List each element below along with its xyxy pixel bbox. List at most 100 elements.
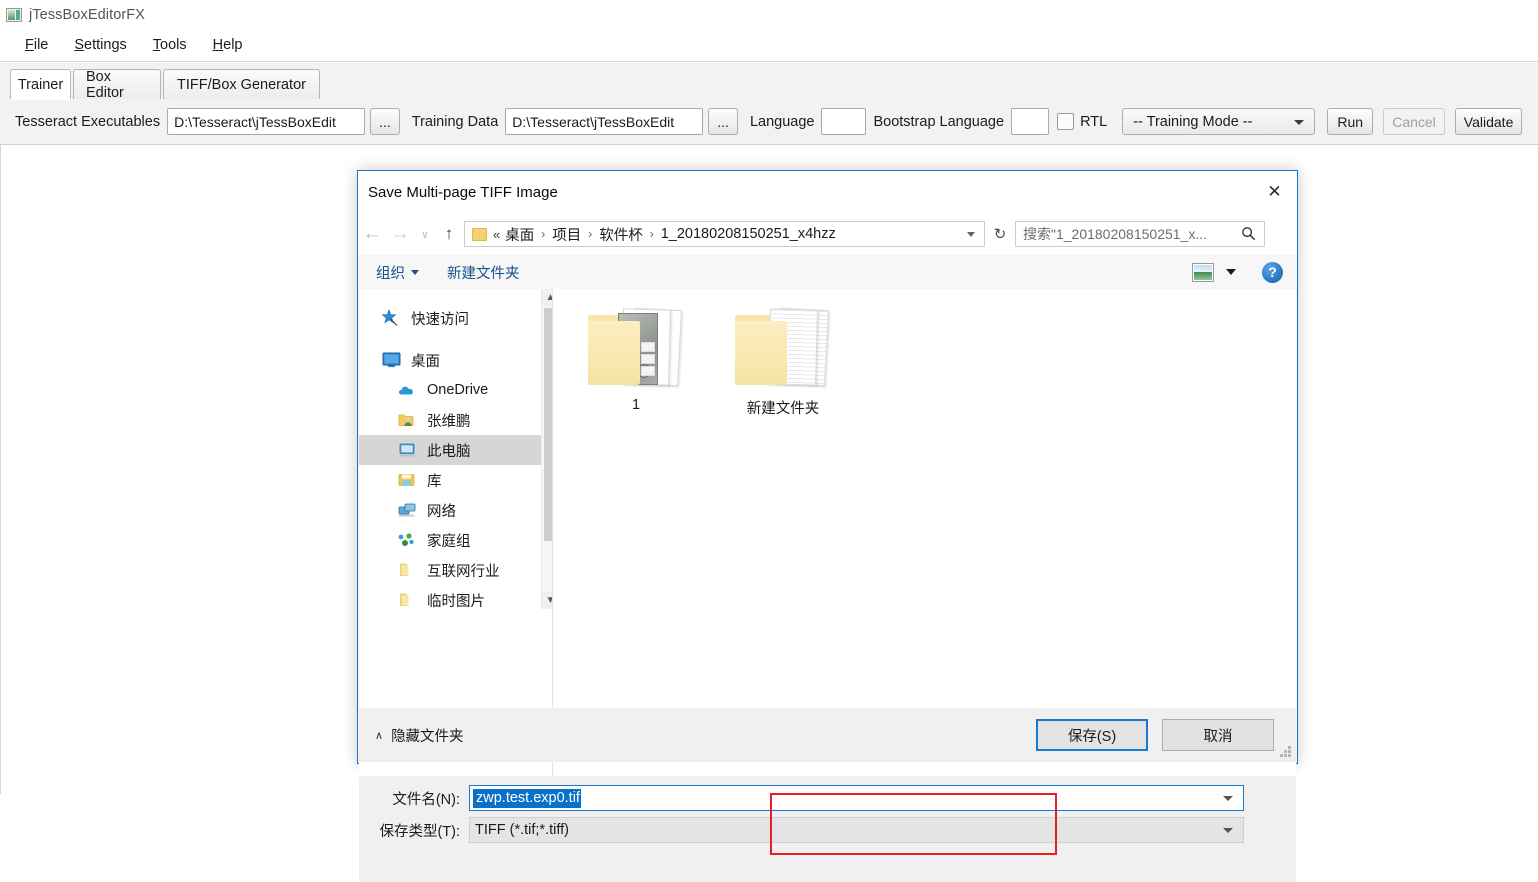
dialog-body: 快速访问 桌面 OneDrive 张维鹏 此电脑 库 网络 家庭组 互联网行业 …	[359, 289, 1296, 776]
bootstrap-language-input[interactable]	[1011, 108, 1050, 135]
file-item[interactable]: 新建文件夹	[718, 305, 848, 418]
nav-item-homegroup[interactable]: 家庭组	[359, 525, 541, 555]
search-icon	[1242, 227, 1256, 241]
chevron-down-icon[interactable]	[1223, 828, 1233, 833]
validate-label: Validate	[1463, 113, 1514, 130]
savetype-row: 保存类型(T): TIFF (*.tif;*.tiff)	[359, 817, 1244, 843]
chevron-down-icon[interactable]	[1226, 269, 1236, 275]
footer-buttons: 保存(S) 取消	[1036, 719, 1296, 751]
forward-icon[interactable]: →	[386, 223, 414, 245]
nav-item-quick-access[interactable]: 快速访问	[359, 303, 541, 333]
dialog-titlebar: Save Multi-page TIFF Image ✕	[358, 171, 1297, 213]
nav-item-this-pc[interactable]: 此电脑	[359, 435, 541, 465]
tesseract-executables-input[interactable]: D:\Tesseract\jTessBoxEdit	[167, 108, 366, 135]
breadcrumb-item-3[interactable]: 1_20180208150251_x4hzz	[661, 226, 836, 242]
validate-button[interactable]: Validate	[1454, 108, 1523, 135]
nav-item-label: 家庭组	[427, 533, 471, 550]
search-placeholder: 搜索"1_20180208150251_x...	[1023, 226, 1208, 242]
menu-item-tools[interactable]: Tools	[140, 33, 200, 57]
folder-icon	[397, 591, 419, 609]
menu-item-help[interactable]: Help	[200, 33, 256, 57]
application-window: jTessBoxEditorFX File Settings Tools Hel…	[0, 0, 1538, 882]
back-icon[interactable]: ←	[358, 223, 386, 245]
nav-item-folder-internet-industry[interactable]: 互联网行业	[359, 555, 541, 585]
organize-menu-button[interactable]: 组织	[376, 262, 419, 283]
save-button[interactable]: 保存(S)	[1036, 719, 1148, 751]
nav-item-libraries[interactable]: 库	[359, 465, 541, 495]
dialog-navbar: ← → ∨ ↑ « 桌面 › 项目 › 软件杯 › 1_201802081502…	[358, 213, 1297, 255]
nav-item-user-folder[interactable]: 张维鹏	[359, 405, 541, 435]
nav-item-label: 桌面	[411, 353, 440, 370]
tab-tiff-box-generator-label: TIFF/Box Generator	[177, 76, 306, 93]
training-data-value: D:\Tesseract\jTessBoxEdit	[512, 113, 675, 130]
nav-item-onedrive[interactable]: OneDrive	[359, 375, 541, 405]
organize-label: 组织	[376, 265, 405, 282]
language-label: Language	[749, 113, 815, 130]
training-data-input[interactable]: D:\Tesseract\jTessBoxEdit	[505, 108, 704, 135]
view-layout-icon[interactable]	[1192, 262, 1214, 282]
filename-value: zwp.test.exp0.tif	[473, 788, 581, 808]
tab-trainer-label: Trainer	[17, 76, 64, 93]
tab-box-editor[interactable]: Box Editor	[73, 69, 161, 101]
training-data-browse-button[interactable]: ...	[708, 108, 738, 135]
nav-item-label: 临时图片	[427, 593, 485, 610]
filename-input[interactable]: zwp.test.exp0.tif	[469, 785, 1244, 811]
tesseract-executables-label: Tesseract Executables	[15, 113, 161, 130]
folder-with-photo-icon	[588, 305, 684, 391]
breadcrumb-item-1[interactable]: 项目	[552, 224, 581, 245]
breadcrumb-item-2[interactable]: 软件杯	[599, 224, 643, 245]
user-folder-icon	[397, 411, 419, 429]
training-mode-value: -- Training Mode --	[1133, 113, 1253, 130]
resize-grip[interactable]	[1280, 746, 1292, 758]
close-icon[interactable]: ✕	[1252, 171, 1297, 213]
hide-folders-label: 隐藏文件夹	[391, 728, 464, 745]
this-pc-icon	[397, 441, 419, 459]
cancel-button[interactable]: 取消	[1162, 719, 1274, 751]
menu-item-settings[interactable]: Settings	[61, 33, 139, 57]
run-label: Run	[1337, 113, 1364, 130]
tab-trainer[interactable]: Trainer	[10, 69, 71, 99]
up-icon[interactable]: ↑	[436, 224, 462, 244]
cancel-label: 取消	[1203, 728, 1233, 745]
chevron-down-icon[interactable]	[967, 232, 975, 237]
nav-item-desktop[interactable]: 桌面	[359, 345, 541, 375]
app-icon	[6, 7, 22, 22]
help-icon[interactable]: ?	[1262, 261, 1283, 283]
training-mode-select[interactable]: -- Training Mode --	[1122, 108, 1316, 135]
network-icon	[397, 501, 419, 519]
desktop-icon	[381, 351, 403, 369]
tesseract-executables-value: D:\Tesseract\jTessBoxEdit	[174, 113, 336, 130]
folder-icon	[397, 561, 419, 579]
cancel-button: Cancel	[1383, 108, 1445, 135]
rtl-checkbox[interactable]	[1057, 113, 1075, 130]
save-form: 文件名(N): zwp.test.exp0.tif 保存类型(T): TIFF …	[359, 776, 1296, 882]
training-browse-label: ...	[717, 113, 729, 130]
tab-tiff-box-generator[interactable]: TIFF/Box Generator	[163, 69, 320, 99]
run-button[interactable]: Run	[1327, 108, 1374, 135]
menu-item-file[interactable]: File	[12, 33, 61, 57]
library-icon	[397, 471, 419, 489]
commandbar-right-group: ?	[1192, 261, 1297, 283]
breadcrumb-overflow[interactable]: «	[493, 227, 500, 242]
breadcrumb-sep: ›	[541, 227, 546, 241]
history-dropdown-icon[interactable]: ∨	[414, 228, 436, 241]
search-input[interactable]: 搜索"1_20180208150251_x...	[1015, 221, 1265, 247]
breadcrumb-item-0[interactable]: 桌面	[505, 224, 534, 245]
file-list-pane[interactable]: 1 新建文件夹	[553, 289, 1296, 776]
file-item[interactable]: 1	[571, 305, 701, 413]
savetype-select[interactable]: TIFF (*.tif;*.tiff)	[469, 817, 1244, 843]
hide-folders-toggle[interactable]: ∧ 隐藏文件夹	[375, 725, 464, 746]
nav-item-folder-temp-images[interactable]: 临时图片	[359, 585, 541, 609]
file-item-label: 新建文件夹	[746, 401, 820, 417]
tesseract-executables-browse-button[interactable]: ...	[370, 108, 400, 135]
nav-item-network[interactable]: 网络	[359, 495, 541, 525]
new-folder-label: 新建文件夹	[447, 265, 520, 282]
chevron-down-icon[interactable]	[1223, 796, 1233, 801]
menubar: File Settings Tools Help	[0, 29, 1538, 62]
refresh-icon[interactable]: ↻	[985, 225, 1015, 243]
new-folder-button[interactable]: 新建文件夹	[447, 262, 520, 283]
bootstrap-language-label: Bootstrap Language	[873, 113, 1005, 130]
address-bar[interactable]: « 桌面 › 项目 › 软件杯 › 1_20180208150251_x4hzz	[464, 221, 985, 247]
language-input[interactable]	[821, 108, 867, 135]
chevron-up-icon: ∧	[375, 729, 384, 742]
